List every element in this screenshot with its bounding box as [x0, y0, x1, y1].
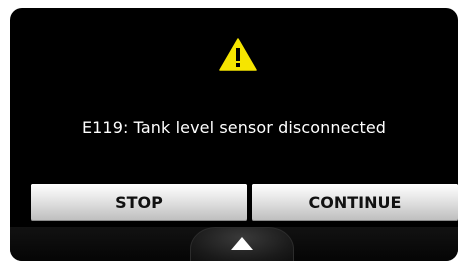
continue-button-label: CONTINUE	[308, 193, 402, 212]
display-screen: E119: Tank level sensor disconnected STO…	[10, 8, 458, 261]
device-bezel: E119: Tank level sensor disconnected STO…	[0, 0, 468, 271]
menu-toggle-button[interactable]	[190, 227, 294, 261]
stop-button-label: STOP	[115, 193, 163, 212]
up-arrow-icon	[231, 237, 253, 250]
continue-button[interactable]: CONTINUE	[252, 184, 458, 221]
error-message: E119: Tank level sensor disconnected	[81, 118, 387, 137]
stop-button[interactable]: STOP	[31, 184, 247, 221]
warning-icon	[219, 38, 257, 71]
